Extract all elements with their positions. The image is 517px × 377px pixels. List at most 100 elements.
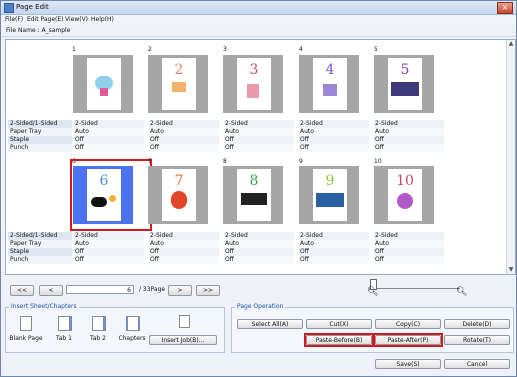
page-3-staple[interactable]: Off bbox=[224, 136, 294, 144]
page-9-paper-tray[interactable]: Auto bbox=[299, 240, 369, 248]
page-number: 1 bbox=[72, 46, 76, 53]
menu-help[interactable]: Help(H) bbox=[91, 16, 114, 23]
chapters-icon bbox=[126, 316, 140, 331]
page-paper: 7 bbox=[162, 169, 196, 221]
page-operation-title: Page Operation bbox=[235, 303, 286, 310]
page-6-paper-tray[interactable]: Auto bbox=[74, 240, 144, 248]
chapters-button[interactable]: Chapters bbox=[118, 313, 146, 342]
page-grid: 1 2 2 3 3 4 4 5 5 2-Sided/1-Sided Paper … bbox=[5, 39, 516, 275]
page-glyph: 4 bbox=[325, 62, 335, 78]
insert-job-icon bbox=[179, 315, 190, 328]
page-thumbnail-9[interactable]: 9 bbox=[299, 166, 359, 224]
page-thumbnail-4[interactable]: 4 bbox=[299, 55, 359, 113]
row-label-punch: Punch bbox=[8, 256, 72, 264]
blank-page-button[interactable]: Blank Page bbox=[9, 313, 43, 342]
page-6-staple[interactable]: Off bbox=[74, 248, 144, 256]
page-4-sides[interactable]: 2-Sided bbox=[299, 120, 369, 128]
menu-bar: File(F) Edit Page(E) View(V) Help(H) bbox=[1, 15, 516, 25]
page-1-sides[interactable]: 2-Sided bbox=[74, 120, 144, 128]
zoom-slider[interactable] bbox=[370, 279, 462, 291]
page-9-staple[interactable]: Off bbox=[299, 248, 369, 256]
rotate-button[interactable]: Rotate(T) bbox=[444, 335, 510, 345]
page-1-punch[interactable]: Off bbox=[74, 144, 144, 152]
close-window-button[interactable]: × bbox=[497, 2, 513, 14]
page-glyph: 10 bbox=[396, 173, 414, 189]
photo-icon bbox=[391, 82, 419, 96]
menu-file[interactable]: File(F) bbox=[5, 16, 23, 23]
page-5-paper-tray[interactable]: Auto bbox=[374, 128, 444, 136]
page-3-sides[interactable]: 2-Sided bbox=[224, 120, 294, 128]
page-4-punch[interactable]: Off bbox=[299, 144, 369, 152]
page-5-sides[interactable]: 2-Sided bbox=[374, 120, 444, 128]
save-button[interactable]: Save(S) bbox=[375, 359, 441, 369]
menu-edit-page[interactable]: Edit Page(E) bbox=[27, 16, 64, 23]
page-thumbnail-7[interactable]: 7 bbox=[148, 166, 208, 224]
tab-1-button[interactable]: Tab 1 bbox=[51, 313, 77, 342]
page-thumbnail-10[interactable]: 10 bbox=[374, 166, 434, 224]
insert-job-button[interactable]: Insert Job(B)... bbox=[149, 335, 217, 345]
page-10-punch[interactable]: Off bbox=[374, 256, 444, 264]
file-name-label: File Name : A_sample bbox=[6, 27, 71, 34]
page-glyph: 5 bbox=[400, 62, 410, 78]
scroll-down-icon[interactable]: ▼ bbox=[507, 266, 515, 274]
page-2-sides[interactable]: 2-Sided bbox=[149, 120, 219, 128]
vertical-scrollbar[interactable]: ▲ ▼ bbox=[506, 40, 515, 274]
page-8-punch[interactable]: Off bbox=[224, 256, 294, 264]
page-6-sides[interactable]: 2-Sided bbox=[74, 232, 144, 240]
page-thumbnail-2[interactable]: 2 bbox=[148, 55, 208, 113]
page-1-paper-tray[interactable]: Auto bbox=[74, 128, 144, 136]
page-8-staple[interactable]: Off bbox=[224, 248, 294, 256]
page-6-punch[interactable]: Off bbox=[74, 256, 144, 264]
illustration-icon bbox=[172, 82, 186, 92]
select-all-button[interactable]: Select All(A) bbox=[237, 319, 303, 329]
delete-button[interactable]: Delete(D) bbox=[444, 319, 510, 329]
cancel-button[interactable]: Cancel bbox=[444, 359, 510, 369]
page-3-paper-tray[interactable]: Auto bbox=[224, 128, 294, 136]
page-glyph: 2 bbox=[174, 62, 184, 78]
row-label-paper-tray: Paper Tray bbox=[8, 128, 72, 136]
page-9-punch[interactable]: Off bbox=[299, 256, 369, 264]
zoom-out-icon[interactable]: 🔍︎ bbox=[367, 287, 378, 297]
page-7-paper-tray[interactable]: Auto bbox=[149, 240, 219, 248]
page-3-punch[interactable]: Off bbox=[224, 144, 294, 152]
page-8-paper-tray[interactable]: Auto bbox=[224, 240, 294, 248]
page-thumbnail-5[interactable]: 5 bbox=[374, 55, 434, 113]
page-7-sides[interactable]: 2-Sided bbox=[149, 232, 219, 240]
previous-page-button[interactable]: < bbox=[39, 285, 63, 296]
copy-button[interactable]: Copy(C) bbox=[375, 319, 441, 329]
page-5-staple[interactable]: Off bbox=[374, 136, 444, 144]
page-2-paper-tray[interactable]: Auto bbox=[149, 128, 219, 136]
page-10-sides[interactable]: 2-Sided bbox=[374, 232, 444, 240]
tab-2-button[interactable]: Tab 2 bbox=[85, 313, 111, 342]
page-4-staple[interactable]: Off bbox=[299, 136, 369, 144]
page-2-punch[interactable]: Off bbox=[149, 144, 219, 152]
scroll-up-icon[interactable]: ▲ bbox=[507, 40, 515, 48]
page-number: 7 bbox=[148, 158, 152, 165]
page-7-punch[interactable]: Off bbox=[149, 256, 219, 264]
page-9-sides[interactable]: 2-Sided bbox=[299, 232, 369, 240]
page-10-staple[interactable]: Off bbox=[374, 248, 444, 256]
page-2-staple[interactable]: Off bbox=[149, 136, 219, 144]
page-5-punch[interactable]: Off bbox=[374, 144, 444, 152]
page-paper bbox=[87, 58, 121, 110]
page-4-paper-tray[interactable]: Auto bbox=[299, 128, 369, 136]
page-thumbnail-3[interactable]: 3 bbox=[223, 55, 283, 113]
cut-button[interactable]: Cut(X) bbox=[306, 319, 372, 329]
next-page-button[interactable]: > bbox=[168, 285, 192, 296]
page-thumbnail-8[interactable]: 8 bbox=[223, 166, 283, 224]
page-7-staple[interactable]: Off bbox=[149, 248, 219, 256]
page-number: 4 bbox=[299, 46, 303, 53]
page-number-input[interactable]: 6 bbox=[66, 285, 134, 294]
illustration-icon bbox=[247, 84, 259, 98]
page-8-sides[interactable]: 2-Sided bbox=[224, 232, 294, 240]
page-1-staple[interactable]: Off bbox=[74, 136, 144, 144]
last-page-button[interactable]: >> bbox=[196, 285, 220, 296]
page-number: 9 bbox=[299, 158, 303, 165]
menu-view[interactable]: View(V) bbox=[65, 16, 88, 23]
page-paper: 5 bbox=[388, 58, 422, 110]
title-bar: Page Edit × bbox=[1, 1, 516, 15]
zoom-in-icon[interactable]: 🔍︎ bbox=[456, 287, 467, 297]
page-thumbnail-1[interactable] bbox=[73, 55, 133, 113]
first-page-button[interactable]: << bbox=[10, 285, 34, 296]
page-10-paper-tray[interactable]: Auto bbox=[374, 240, 444, 248]
